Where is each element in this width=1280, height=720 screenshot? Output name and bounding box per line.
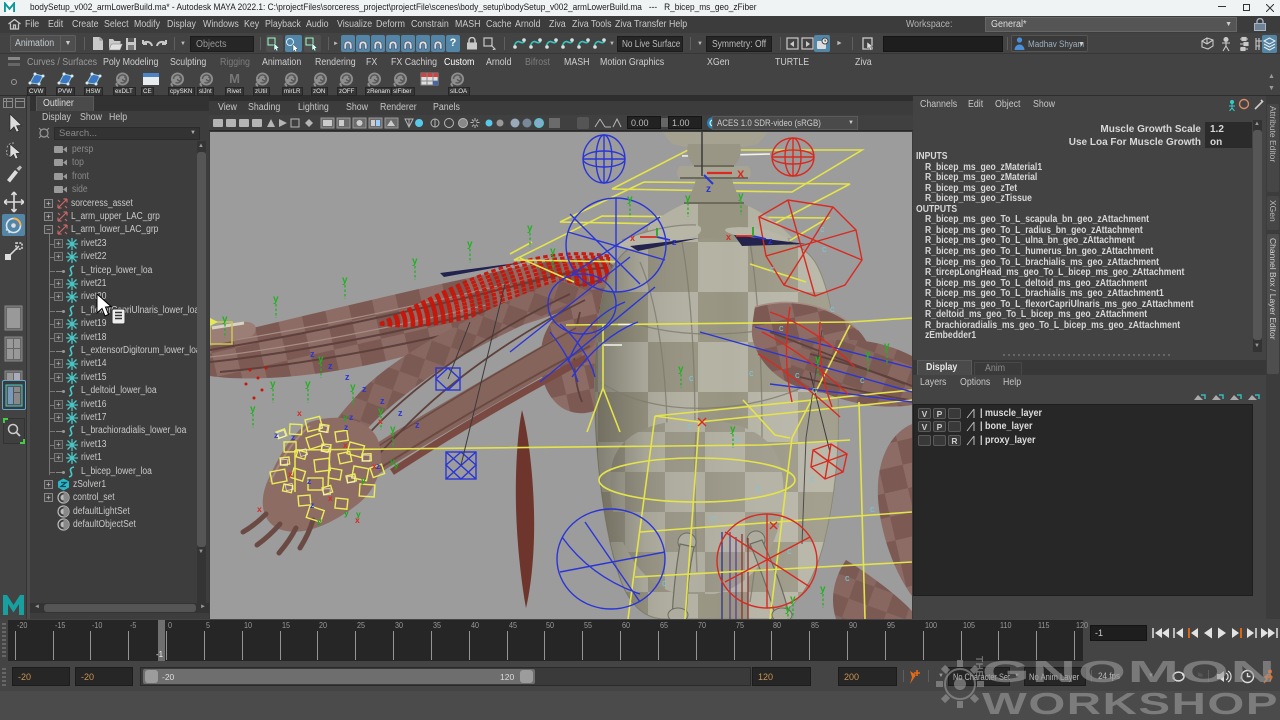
- svg-text:y: y: [317, 516, 322, 526]
- svg-text:y: y: [390, 456, 395, 466]
- svg-text:c: c: [870, 504, 875, 514]
- svg-text:y: y: [685, 193, 691, 204]
- svg-text:z: z: [310, 500, 314, 510]
- svg-text:c: c: [749, 368, 754, 378]
- svg-text:GNOMON: GNOMON: [982, 654, 1277, 689]
- svg-text:c: c: [735, 434, 740, 444]
- svg-text:z: z: [376, 461, 380, 471]
- svg-text:y: y: [738, 191, 744, 202]
- svg-text:y: y: [342, 275, 348, 286]
- svg-text:c: c: [812, 385, 817, 395]
- svg-text:x: x: [726, 232, 731, 242]
- svg-text:z: z: [362, 384, 367, 394]
- svg-text:y: y: [527, 223, 533, 234]
- svg-text:x: x: [343, 440, 348, 450]
- svg-text:x: x: [328, 493, 333, 503]
- svg-text:y: y: [222, 314, 228, 325]
- svg-text:c: c: [687, 421, 692, 431]
- svg-text:c: c: [810, 474, 815, 484]
- svg-text:y: y: [318, 354, 324, 365]
- svg-text:c: c: [860, 375, 865, 385]
- svg-text:x: x: [288, 469, 293, 479]
- svg-text:y: y: [820, 584, 826, 595]
- svg-text:z: z: [274, 430, 278, 440]
- svg-text:y: y: [394, 460, 399, 470]
- svg-text:y: y: [273, 294, 279, 305]
- svg-text:z: z: [415, 420, 420, 430]
- svg-text:z: z: [344, 422, 348, 432]
- svg-text:y: y: [865, 349, 871, 360]
- svg-text:y: y: [815, 354, 821, 365]
- svg-text:z: z: [307, 476, 311, 486]
- svg-text:y: y: [678, 364, 684, 375]
- svg-text:y: y: [785, 604, 791, 615]
- svg-text:c: c: [822, 244, 827, 254]
- svg-text:c: c: [689, 373, 694, 383]
- svg-text:c: c: [787, 546, 792, 556]
- svg-text:x: x: [257, 504, 262, 514]
- svg-text:x: x: [378, 416, 383, 426]
- svg-text:z: z: [328, 361, 333, 371]
- svg-text:y: y: [344, 508, 349, 518]
- svg-text:y: y: [343, 412, 348, 422]
- svg-text:y: y: [790, 594, 796, 605]
- svg-text:y: y: [270, 379, 276, 390]
- svg-text:c: c: [711, 513, 716, 523]
- svg-text:z: z: [672, 237, 677, 247]
- svg-text:z: z: [310, 349, 315, 359]
- svg-text:y: y: [550, 246, 556, 257]
- svg-text:c: c: [795, 370, 800, 380]
- svg-text:z: z: [345, 372, 350, 382]
- svg-text:y: y: [350, 382, 356, 393]
- svg-text:x: x: [630, 233, 635, 243]
- svg-text:y: y: [390, 424, 396, 435]
- svg-text:z: z: [380, 396, 385, 406]
- svg-text:y: y: [305, 379, 311, 390]
- svg-text:x: x: [355, 515, 360, 525]
- svg-text:c: c: [662, 578, 667, 588]
- svg-text:y: y: [884, 341, 890, 352]
- svg-text:z: z: [291, 432, 295, 442]
- svg-text:c: c: [820, 224, 825, 234]
- svg-text:y: y: [467, 239, 473, 250]
- svg-text:c: c: [770, 264, 775, 274]
- svg-text:X: X: [737, 169, 745, 181]
- svg-text:y: y: [250, 404, 256, 415]
- svg-text:c: c: [845, 573, 850, 583]
- svg-text:z: z: [398, 408, 403, 418]
- svg-text:y: y: [361, 475, 366, 485]
- svg-text:z: z: [706, 184, 711, 195]
- svg-text:c: c: [830, 304, 835, 314]
- svg-text:WORKSHOP: WORKSHOP: [982, 686, 1279, 720]
- svg-text:y: y: [412, 256, 418, 267]
- svg-text:x: x: [297, 408, 302, 418]
- svg-text:c: c: [779, 323, 784, 333]
- svg-text:y: y: [627, 194, 633, 205]
- svg-text:z: z: [768, 236, 773, 246]
- svg-text:c: c: [756, 483, 761, 493]
- svg-text:z: z: [349, 412, 353, 422]
